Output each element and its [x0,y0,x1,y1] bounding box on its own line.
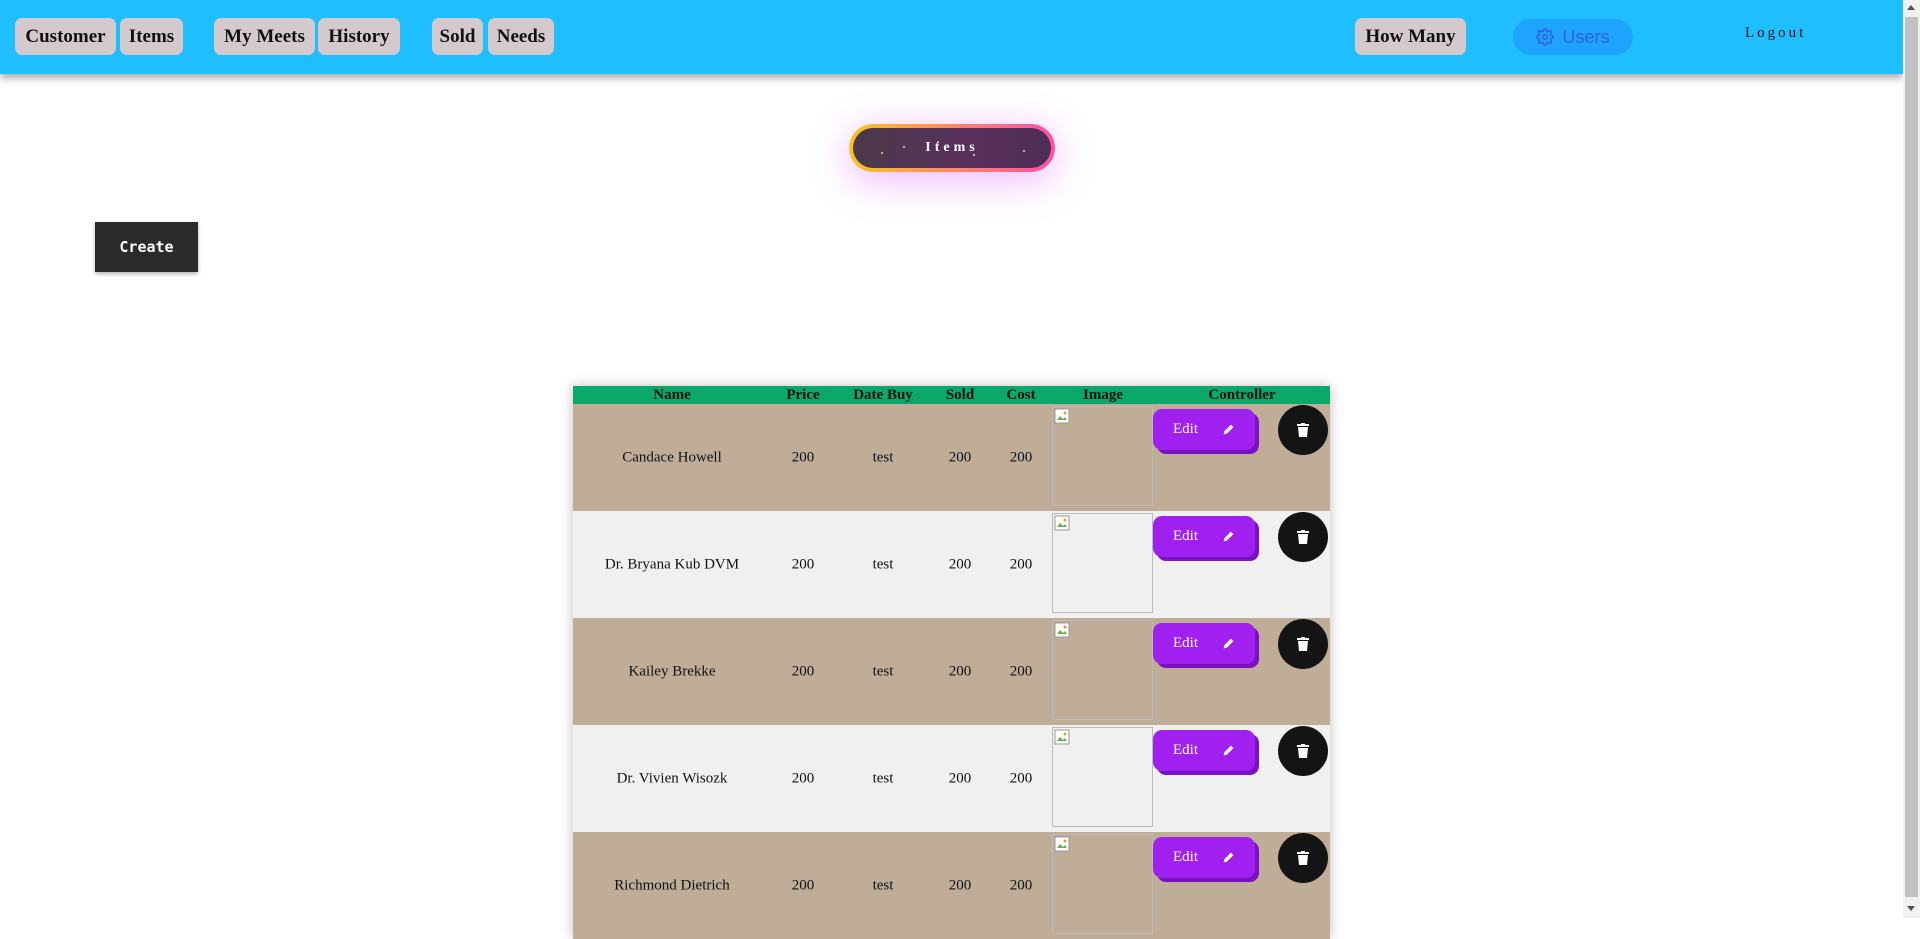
broken-image-icon [1054,836,1070,852]
create-button[interactable]: Create [95,222,198,272]
table-row: Dr. Vivien Wisozk 200 test 200 200 Edit [573,725,1330,832]
cell-cost: 200 [1009,770,1033,786]
top-nav-bar: Customer Items My Meets History Sold Nee… [0,0,1903,74]
edit-label: Edit [1173,528,1198,544]
vertical-scrollbar[interactable] [1903,0,1920,918]
scroll-up-arrow-icon[interactable] [1907,5,1915,10]
trash-icon [1297,637,1309,651]
delete-button[interactable] [1278,726,1328,776]
header-name: Name [653,387,691,403]
cell-sold: 200 [948,663,972,679]
cell-price: 200 [791,877,815,893]
edit-label: Edit [1173,635,1198,651]
scrollbar-thumb[interactable] [1905,17,1918,897]
cell-date-buy: test [872,663,894,679]
table-row: Dr. Bryana Kub DVM 200 test 200 200 Edit [573,511,1330,618]
trash-icon [1297,530,1309,544]
nav-my-meets-button[interactable]: My Meets [214,18,315,55]
delete-button[interactable] [1278,405,1328,455]
nav-history-button[interactable]: History [318,18,400,55]
cell-price: 200 [791,449,815,465]
gear-icon [1536,28,1555,46]
edit-label: Edit [1173,742,1198,758]
broken-image-icon [1054,515,1070,531]
broken-image-icon [1054,622,1070,638]
cell-name: Dr. Vivien Wisozk [616,770,728,786]
header-sold: Sold [945,387,975,403]
cell-date-buy: test [872,770,894,786]
cell-sold: 200 [948,449,972,465]
items-table: Name Price Date Buy Sold Cost Image Cont… [573,386,1330,939]
trash-icon [1297,744,1309,758]
item-image [1052,620,1153,720]
logout-link[interactable]: Logout [1745,25,1806,42]
nav-customer-button[interactable]: Customer [15,18,116,55]
cell-date-buy: test [872,877,894,893]
cell-cost: 200 [1009,663,1033,679]
broken-image-icon [1054,408,1070,424]
page-title: Items [925,140,979,155]
cell-cost: 200 [1009,449,1033,465]
delete-button[interactable] [1278,833,1328,883]
item-image [1052,834,1153,934]
edit-button[interactable]: Edit [1153,730,1255,771]
header-cost: Cost [1006,387,1036,403]
cell-sold: 200 [948,770,972,786]
broken-image-icon [1054,729,1070,745]
trash-icon [1297,851,1309,865]
cell-date-buy: test [872,556,894,572]
edit-button[interactable]: Edit [1153,623,1255,664]
delete-button[interactable] [1278,619,1328,669]
edit-button[interactable]: Edit [1153,516,1255,557]
edit-label: Edit [1173,849,1198,865]
pencil-icon [1223,531,1234,542]
cell-sold: 200 [948,556,972,572]
table-row: Kailey Brekke 200 test 200 200 Edit [573,618,1330,725]
nav-sold-button[interactable]: Sold [432,18,483,55]
item-image [1052,513,1153,613]
item-image [1052,406,1153,506]
cell-price: 200 [791,770,815,786]
nav-items-button[interactable]: Items [120,18,183,55]
page-title-badge: Items [849,124,1055,172]
table-header: Name Price Date Buy Sold Cost Image Cont… [573,386,1330,404]
header-price: Price [786,387,820,403]
pencil-icon [1223,424,1234,435]
cell-name: Candace Howell [622,449,722,465]
users-button[interactable]: Users [1513,19,1633,55]
cell-name: Kailey Brekke [628,663,716,679]
cell-cost: 200 [1009,556,1033,572]
edit-button[interactable]: Edit [1153,837,1255,878]
cell-name: Dr. Bryana Kub DVM [604,556,740,572]
pencil-icon [1223,852,1234,863]
scroll-down-arrow-icon[interactable] [1907,906,1915,911]
cell-price: 200 [791,663,815,679]
delete-button[interactable] [1278,512,1328,562]
header-date-buy: Date Buy [853,387,913,403]
cell-price: 200 [791,556,815,572]
header-image: Image [1083,387,1123,403]
pencil-icon [1223,745,1234,756]
nav-needs-button[interactable]: Needs [488,18,554,55]
cell-sold: 200 [948,877,972,893]
cell-cost: 200 [1009,877,1033,893]
table-row: Richmond Dietrich 200 test 200 200 Edit [573,832,1330,939]
header-controller: Controller [1208,387,1276,403]
pencil-icon [1223,638,1234,649]
nav-how-many-button[interactable]: How Many [1355,18,1466,55]
cell-name: Richmond Dietrich [614,877,730,893]
edit-label: Edit [1173,421,1198,437]
table-row: Candace Howell 200 test 200 200 Edit [573,404,1330,511]
users-label: Users [1562,26,1610,47]
item-image [1052,727,1153,827]
cell-date-buy: test [872,449,894,465]
edit-button[interactable]: Edit [1153,409,1255,450]
trash-icon [1297,423,1309,437]
